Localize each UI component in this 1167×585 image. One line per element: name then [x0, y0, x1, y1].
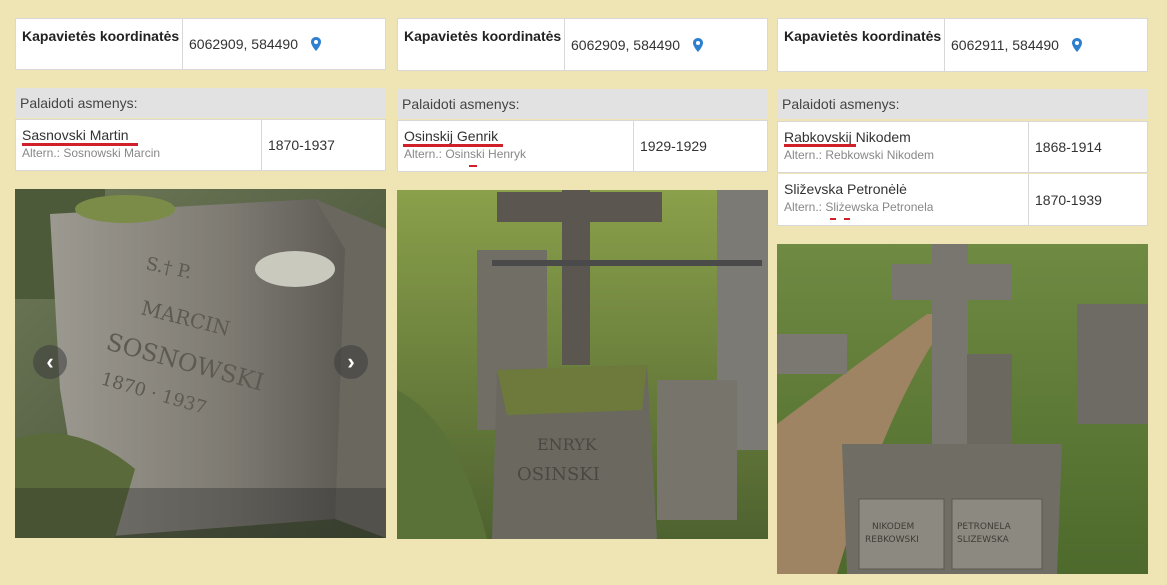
- spell-underline: [844, 218, 850, 220]
- coordinates-row: Kapavietės koordinatės 6062909, 584490: [397, 18, 768, 71]
- buried-persons-header: Palaidoti asmenys:: [15, 88, 386, 118]
- coordinates-value: 6062909, 584490: [189, 36, 298, 52]
- svg-text:PETRONELA: PETRONELA: [957, 522, 1012, 532]
- person-alternative-name: Altern.: Sliżewska Petronela: [784, 200, 934, 214]
- person-name[interactable]: Osinskij Genrik: [404, 127, 633, 145]
- coordinates-row: Kapavietės koordinatės 6062909, 584490: [15, 18, 386, 70]
- person-row[interactable]: Sasnovski Martin Altern.: Sosnowski Marc…: [15, 119, 386, 171]
- person-row[interactable]: Rabkovskij Nikodem Altern.: Rebkowski Ni…: [777, 121, 1148, 173]
- svg-text:SLIZEWSKA: SLIZEWSKA: [957, 535, 1010, 545]
- spell-underline: [830, 218, 836, 220]
- map-pin-icon[interactable]: [1071, 38, 1083, 52]
- coordinates-label: Kapavietės koordinatės: [398, 19, 565, 70]
- spell-underline: [784, 144, 856, 147]
- coordinates-value: 6062911, 584490: [951, 37, 1059, 53]
- spell-underline: [22, 143, 138, 146]
- chevron-right-icon[interactable]: ›: [334, 345, 368, 379]
- buried-persons-header: Palaidoti asmenys:: [397, 89, 768, 119]
- svg-text:REBKOWSKI: REBKOWSKI: [865, 535, 919, 545]
- spell-underline: [403, 144, 503, 147]
- coordinates-value-cell: 6062911, 584490: [945, 19, 1083, 71]
- coordinates-value: 6062909, 584490: [571, 36, 680, 53]
- coordinates-label: Kapavietės koordinatės: [16, 19, 183, 69]
- person-name[interactable]: Sasnovski Martin: [22, 126, 261, 144]
- svg-text:ENRYK: ENRYK: [537, 435, 598, 454]
- map-pin-icon[interactable]: [310, 37, 322, 51]
- person-years: 1870-1937: [268, 137, 335, 153]
- person-years: 1870-1939: [1035, 191, 1102, 208]
- spell-underline: [469, 165, 477, 167]
- person-name-cell: Osinskij Genrik Altern.: Osinski Henryk: [398, 121, 634, 171]
- person-name-cell: Sasnovski Martin Altern.: Sosnowski Marc…: [16, 120, 262, 170]
- person-alternative-name: Altern.: Sosnowski Marcin: [22, 146, 161, 160]
- grave-photo[interactable]: S.† P. MARCIN SOSNOWSKI 1870 · 1937 ‹ ›: [15, 189, 386, 538]
- person-name-cell: Sliževska Petronėlė Altern.: Sliżewska P…: [778, 174, 1029, 225]
- person-row[interactable]: Osinskij Genrik Altern.: Osinski Henryk …: [397, 120, 768, 172]
- coordinates-value-cell: 6062909, 584490: [183, 19, 322, 69]
- coordinates-value-cell: 6062909, 584490: [565, 19, 704, 70]
- person-row[interactable]: Sliževska Petronėlė Altern.: Sliżewska P…: [777, 174, 1148, 226]
- person-name-cell: Rabkovskij Nikodem Altern.: Rebkowski Ni…: [778, 122, 1029, 172]
- person-alternative-name: Altern.: Rebkowski Nikodem: [784, 148, 935, 162]
- map-pin-icon[interactable]: [692, 37, 704, 52]
- chevron-left-icon[interactable]: ‹: [33, 345, 67, 379]
- person-years: 1929-1929: [640, 138, 707, 154]
- grave-photo[interactable]: NIKODEM REBKOWSKI PETRONELA SLIZEWSKA: [777, 244, 1148, 574]
- person-years: 1868-1914: [1035, 139, 1102, 155]
- svg-text:OSINSKI: OSINSKI: [517, 464, 600, 485]
- person-alternative-name: Altern.: Osinski Henryk: [404, 147, 527, 161]
- coordinates-row: Kapavietės koordinatės 6062911, 584490: [777, 18, 1148, 72]
- person-name[interactable]: Sliževska Petronėlė: [784, 180, 1028, 198]
- buried-persons-header: Palaidoti asmenys:: [777, 89, 1148, 119]
- coordinates-label: Kapavietės koordinatės: [778, 19, 945, 71]
- grave-photo[interactable]: ENRYK OSINSKI: [397, 190, 768, 539]
- svg-text:NIKODEM: NIKODEM: [872, 522, 914, 532]
